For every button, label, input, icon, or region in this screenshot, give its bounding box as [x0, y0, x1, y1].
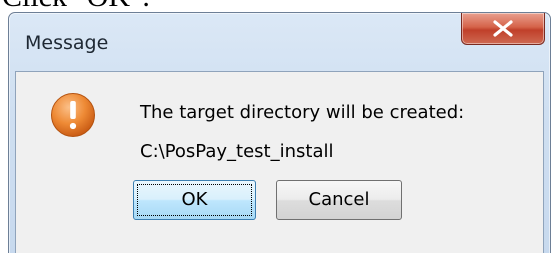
focus-ring: [137, 184, 252, 216]
close-icon: [493, 20, 513, 37]
close-button[interactable]: [461, 13, 545, 45]
dialog-title: Message: [25, 32, 109, 54]
dialog-body: The target directory will be created: C:…: [15, 71, 544, 253]
ok-button[interactable]: OK: [133, 180, 256, 220]
cancel-button[interactable]: Cancel: [276, 180, 402, 220]
warning-icon: [51, 93, 95, 137]
cancel-button-label: Cancel: [308, 189, 370, 210]
message-dialog: Message The target directory will be cre…: [8, 12, 551, 253]
message-text-line-2: C:\PosPay_test_install: [140, 141, 334, 162]
message-text-line-1: The target directory will be created:: [140, 102, 465, 123]
